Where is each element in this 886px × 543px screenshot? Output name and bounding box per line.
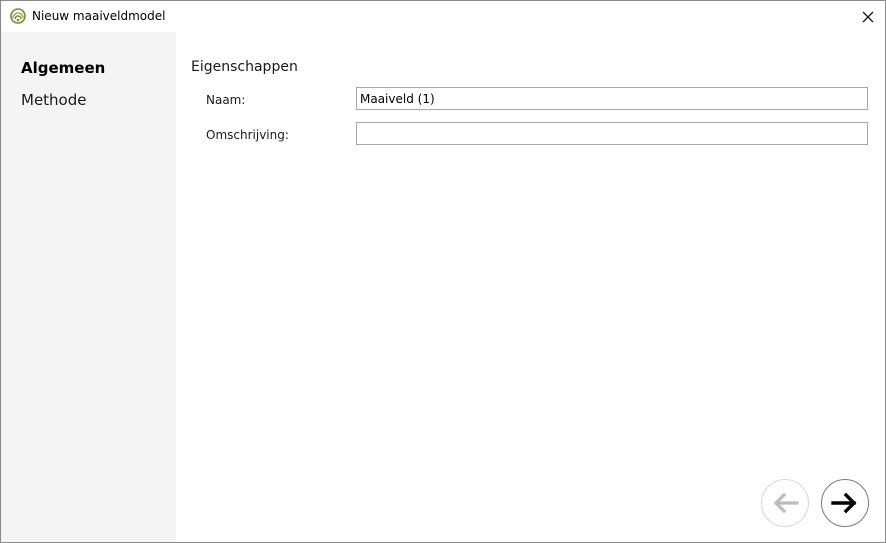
sidebar-item-algemeen[interactable]: Algemeen	[21, 59, 105, 77]
sidebar: Algemeen Methode	[1, 32, 176, 542]
app-logo-icon	[10, 8, 26, 24]
section-title: Eigenschappen	[191, 59, 298, 75]
close-icon	[862, 11, 874, 22]
main-content: Eigenschappen Naam: Omschrijving:	[176, 32, 885, 542]
naam-input[interactable]	[356, 87, 868, 110]
next-button[interactable]	[821, 479, 869, 527]
omschrijving-input[interactable]	[356, 122, 868, 145]
dialog-window: Nieuw maaiveldmodel Algemeen Methode Eig…	[0, 0, 886, 543]
omschrijving-label: Omschrijving:	[206, 128, 289, 142]
window-title: Nieuw maaiveldmodel	[32, 9, 166, 23]
sidebar-item-methode[interactable]: Methode	[21, 91, 87, 109]
title-bar: Nieuw maaiveldmodel	[1, 1, 885, 32]
naam-label: Naam:	[206, 93, 246, 107]
arrow-left-icon	[773, 492, 799, 514]
arrow-right-icon	[831, 492, 857, 514]
close-button[interactable]	[851, 1, 885, 32]
back-button[interactable]	[761, 479, 809, 527]
